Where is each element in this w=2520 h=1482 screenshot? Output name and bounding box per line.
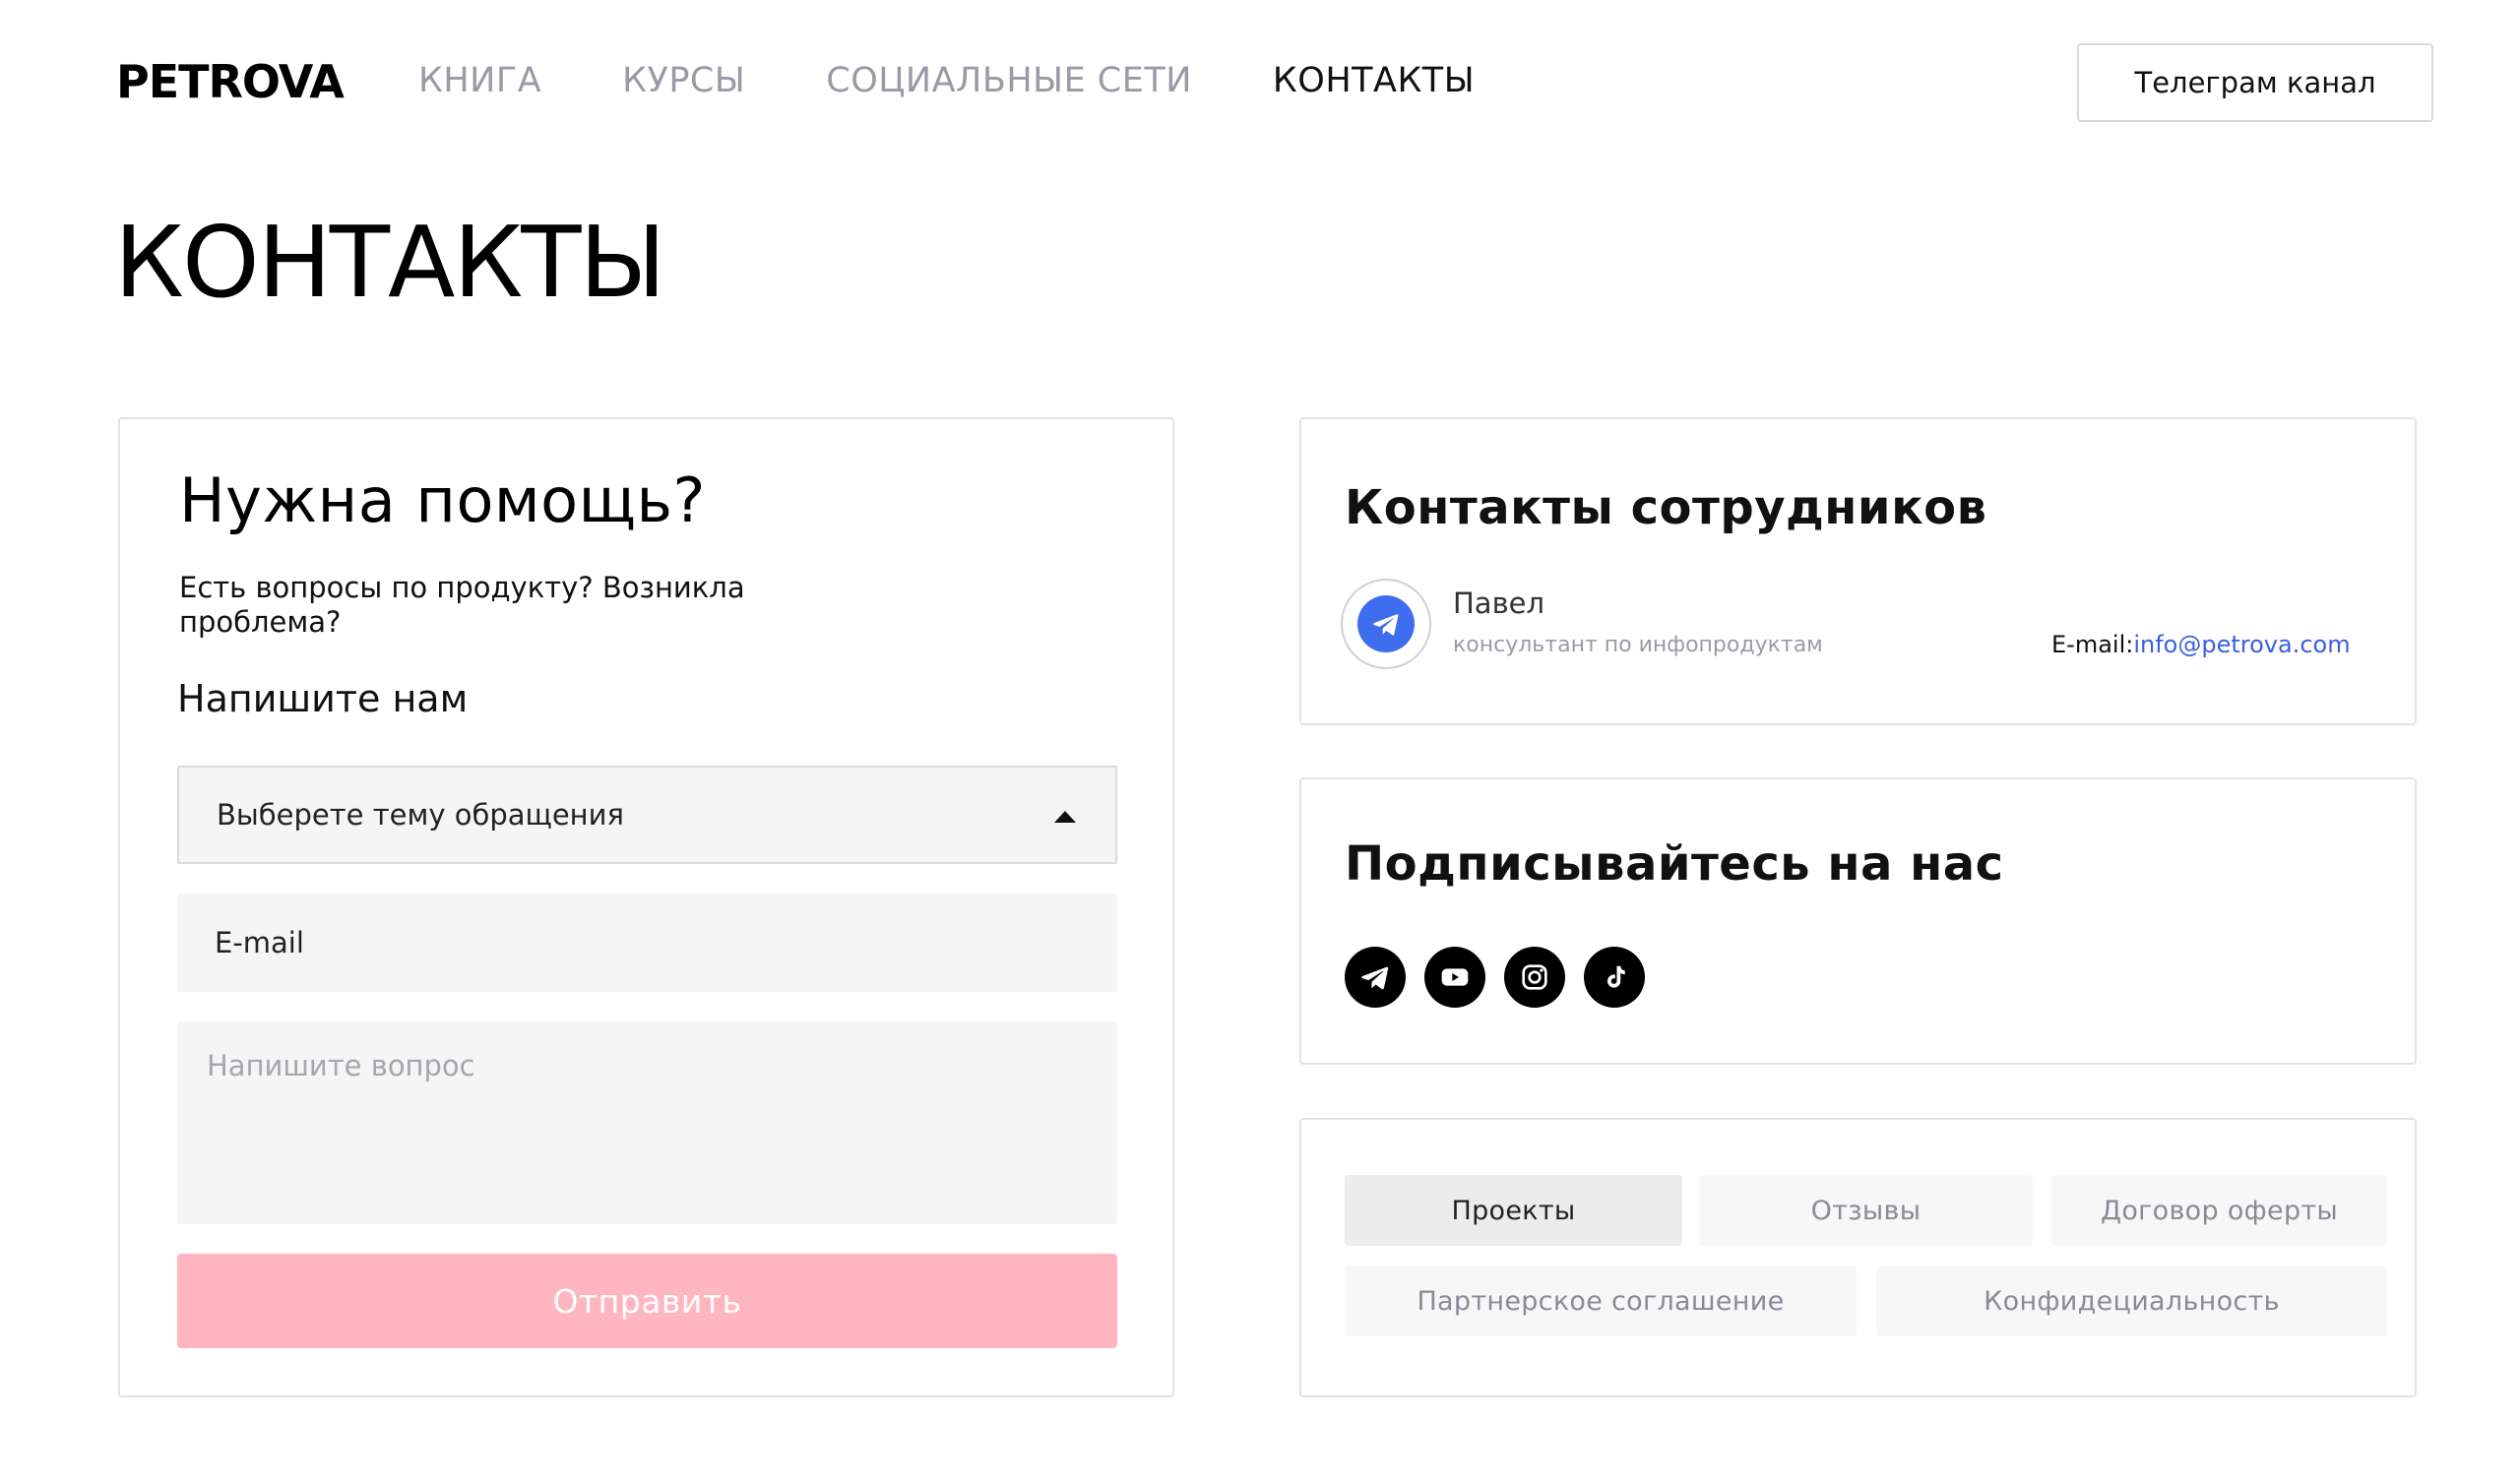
chip-offer-agreement[interactable]: Договор оферты [2051,1175,2387,1246]
nav-item-contacts[interactable]: КОНТАКТЫ [1273,61,1475,100]
nav-item-book[interactable]: КНИГА [418,61,541,100]
telegram-channel-button[interactable]: Телеграм канал [2077,43,2433,122]
telegram-icon[interactable] [1345,947,1406,1008]
staff-email: E-mail:info@petrova.com [2051,631,2351,658]
topic-select[interactable]: Выберете тему обращения [177,766,1117,864]
chip-projects[interactable]: Проекты [1345,1175,1682,1246]
nav-item-courses[interactable]: КУРСЫ [622,61,745,100]
submit-button[interactable]: Отправить [177,1254,1117,1348]
email-field[interactable]: E-mail [177,894,1117,992]
social-icons [1345,947,1664,1008]
help-form-card: Нужна помощь? Есть вопросы по продукту? … [118,417,1174,1397]
instagram-icon[interactable] [1504,947,1565,1008]
chip-partner-agreement[interactable]: Партнерское соглашение [1345,1266,1857,1336]
write-us-label: Напишите нам [177,677,469,720]
help-title: Нужна помощь? [179,464,706,536]
staff-name: Павел [1453,587,1545,620]
avatar [1341,579,1431,669]
tiktok-icon[interactable] [1584,947,1645,1008]
email-link[interactable]: info@petrova.com [2133,631,2350,658]
social-title: Подписывайтесь на нас [1345,836,2004,892]
email-field-value: E-mail [215,926,304,959]
help-subtitle: Есть вопросы по продукту? Возникла пробл… [179,571,745,639]
caret-up-icon [1054,811,1076,823]
topic-select-value: Выберете тему обращения [217,798,624,832]
question-textarea[interactable]: Напишите вопрос [177,1021,1117,1224]
links-card: Проекты Отзывы Договор оферты Партнерско… [1299,1118,2417,1397]
social-card: Подписывайтесь на нас [1299,777,2417,1065]
nav-item-social[interactable]: СОЦИАЛЬНЫЕ СЕТИ [826,61,1192,100]
page-title: КОНТАКТЫ [114,205,666,320]
main-nav: КНИГА КУРСЫ СОЦИАЛЬНЫЕ СЕТИ КОНТАКТЫ [418,61,1555,100]
staff-role: консультант по инфопродуктам [1453,633,1823,657]
telegram-icon [1357,595,1415,652]
question-placeholder: Напишите вопрос [207,1049,475,1082]
youtube-icon[interactable] [1424,947,1485,1008]
chip-privacy[interactable]: Конфидециальность [1876,1266,2387,1336]
logo[interactable]: PETROVA [116,55,345,108]
chip-reviews[interactable]: Отзывы [1699,1175,2033,1246]
staff-contacts-title: Контакты сотрудников [1345,480,1987,535]
email-label: E-mail: [2051,631,2134,658]
staff-contacts-card: Контакты сотрудников Павел консультант п… [1299,417,2417,725]
